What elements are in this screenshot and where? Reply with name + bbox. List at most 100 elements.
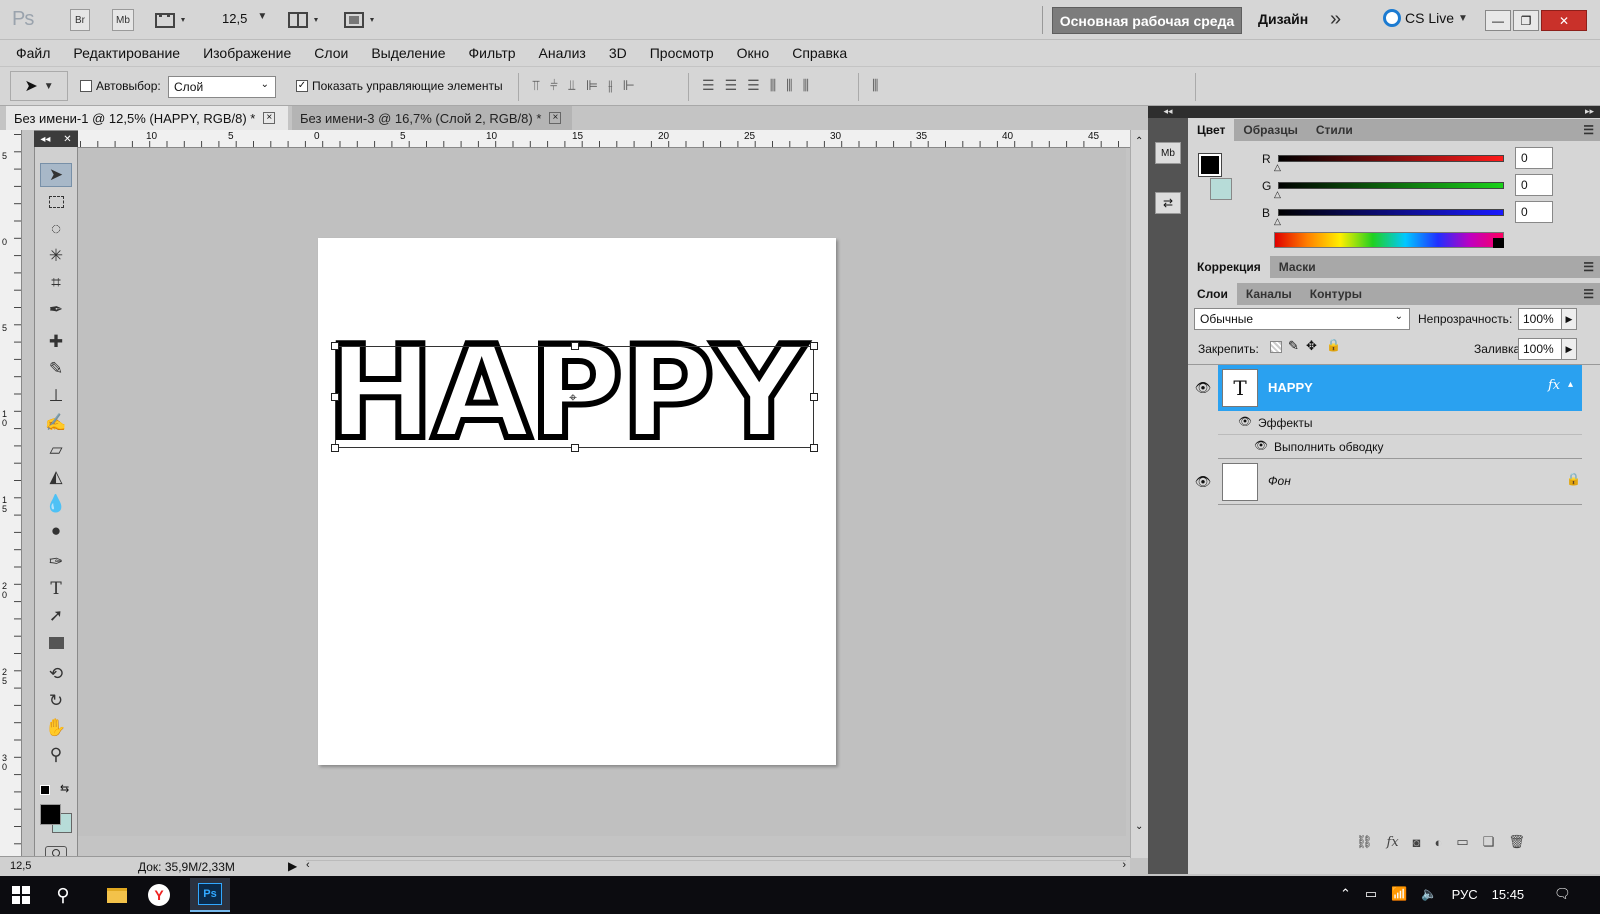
vertical-scrollbar[interactable]: ⌃ ⌄ <box>1130 130 1148 858</box>
slider-thumb-icon[interactable]: △ <box>1274 216 1281 227</box>
tab-channels[interactable]: Каналы <box>1237 283 1301 305</box>
menu-layers[interactable]: Слои <box>314 45 348 61</box>
auto-align-layers-icon[interactable]: ⫼ <box>872 77 878 94</box>
photoshop-taskbar-button[interactable]: Ps <box>190 878 230 912</box>
transform-handle[interactable] <box>331 342 339 350</box>
color-panel-fg-swatch[interactable] <box>1198 153 1222 177</box>
layer-row-background[interactable]: Фон 🔒 <box>1218 459 1582 505</box>
expand-panels-icon[interactable]: ▸▸ <box>1188 106 1600 118</box>
link-layers-icon[interactable]: ⛓ <box>1356 834 1373 850</box>
add-mask-icon[interactable]: ◙ <box>1413 835 1421 850</box>
tab-styles[interactable]: Стили <box>1307 119 1362 141</box>
transform-handle[interactable] <box>810 444 818 452</box>
tab-adjustments[interactable]: Коррекция <box>1188 256 1270 278</box>
notifications-icon[interactable]: 🗨 <box>1554 886 1571 902</box>
autoselect-option[interactable]: Автовыбор: <box>80 79 161 93</box>
align-right-edges-icon[interactable]: ⊩ <box>623 77 635 94</box>
tab-document-1[interactable]: Без имени-1 @ 12,5% (HAPPY, RGB/8) * × <box>6 106 288 130</box>
opacity-input[interactable]: 100% <box>1518 308 1562 330</box>
tab-layers[interactable]: Слои <box>1188 283 1237 305</box>
tab-paths[interactable]: Контуры <box>1301 283 1371 305</box>
lock-pixels-icon[interactable]: ✎ <box>1288 338 1299 354</box>
slider-thumb-icon[interactable]: △ <box>1274 189 1281 200</box>
start-button[interactable] <box>8 882 34 908</box>
opacity-slider-toggle[interactable]: ▶ <box>1561 308 1577 330</box>
tab-color[interactable]: Цвет <box>1188 119 1235 141</box>
search-icon[interactable]: ⚲ <box>50 882 76 908</box>
bridge-button[interactable]: Br <box>70 9 90 31</box>
volume-icon[interactable]: 🔈 <box>1421 886 1437 902</box>
green-value-input[interactable]: 0 <box>1515 174 1553 196</box>
3d-rotate-tool[interactable]: ⟲ <box>40 662 72 686</box>
more-workspaces-button[interactable]: » <box>1330 8 1341 31</box>
menu-view[interactable]: Просмотр <box>650 45 714 61</box>
horizontal-scrollbar[interactable]: ‹ › <box>306 859 1126 873</box>
distribute-left-icon[interactable]: ⫼ <box>770 77 776 94</box>
arrange-documents-button[interactable] <box>288 10 324 30</box>
menu-window[interactable]: Окно <box>737 45 770 61</box>
reference-point-icon[interactable]: ⌖ <box>569 389 577 406</box>
align-bottom-edges-icon[interactable]: ⫫ <box>568 77 576 94</box>
delete-layer-icon[interactable]: 🗑 <box>1508 834 1525 850</box>
close-button[interactable]: ✕ <box>1541 10 1587 31</box>
eye-icon[interactable]: 👁 <box>1254 439 1268 452</box>
align-left-edges-icon[interactable]: ⊫ <box>586 77 598 94</box>
blend-mode-select[interactable]: Обычные ⌄ <box>1194 308 1410 330</box>
transform-handle[interactable] <box>810 342 818 350</box>
lasso-tool[interactable]: ◌ <box>40 217 72 241</box>
pen-tool[interactable]: ✑ <box>40 550 72 574</box>
zoom-level-dropdown[interactable]: 12,5 ▼ <box>222 11 267 26</box>
distribute-hcenter-icon[interactable]: ⫼ <box>786 77 792 94</box>
new-layer-icon[interactable]: ❏ <box>1483 834 1495 850</box>
menu-analysis[interactable]: Анализ <box>539 45 586 61</box>
distribute-right-icon[interactable]: ⫼ <box>803 77 809 94</box>
scroll-down-icon[interactable]: ⌄ <box>1135 821 1143 832</box>
show-transform-controls-option[interactable]: ✓ Показать управляющие элементы <box>296 79 503 93</box>
panel-menu-icon[interactable]: ☰ <box>1583 123 1594 137</box>
color-panel-bg-swatch[interactable] <box>1210 178 1232 200</box>
minimize-button[interactable]: — <box>1485 10 1511 31</box>
red-slider[interactable] <box>1278 155 1504 162</box>
minibridge-button[interactable]: Mb <box>112 9 134 31</box>
tab-masks[interactable]: Маски <box>1270 256 1325 278</box>
fill-slider-toggle[interactable]: ▶ <box>1561 338 1577 360</box>
eyedropper-tool[interactable]: ✒ <box>40 298 72 322</box>
marquee-tool[interactable] <box>40 190 72 214</box>
tool-preset-picker[interactable]: ➤ ▼ <box>10 71 68 101</box>
layer-visibility-toggle[interactable]: 👁 <box>1188 365 1218 411</box>
distribute-bottom-icon[interactable]: ☰ <box>747 77 760 94</box>
zoom-tool[interactable]: ⚲ <box>40 743 72 767</box>
network-icon[interactable]: 📶 <box>1391 886 1407 902</box>
view-extras-button[interactable] <box>155 10 189 30</box>
tab-swatches[interactable]: Образцы <box>1234 119 1307 141</box>
healing-brush-tool[interactable]: ✚ <box>40 330 72 354</box>
lock-all-icon[interactable]: 🔒 <box>1326 338 1341 352</box>
blue-slider[interactable] <box>1278 209 1504 216</box>
transform-handle[interactable] <box>331 393 339 401</box>
panel-menu-icon[interactable]: ☰ <box>1583 287 1594 301</box>
scroll-right-icon[interactable]: › <box>1122 859 1126 871</box>
cs-live-button[interactable]: CS Live ▼ <box>1383 9 1468 27</box>
spectrum-black-swatch[interactable] <box>1493 238 1504 248</box>
3d-orbit-tool[interactable]: ↻ <box>40 689 72 713</box>
stroke-effect-row[interactable]: 👁 Выполнить обводку <box>1218 435 1582 459</box>
swap-colors-icon[interactable]: ⇆ <box>60 782 69 795</box>
collapse-dock-icon[interactable]: ◂◂ <box>1148 106 1188 118</box>
path-selection-tool[interactable]: ➚ <box>40 604 72 628</box>
scroll-left-icon[interactable]: ‹ <box>306 859 310 871</box>
tools-panel-header[interactable]: ◂◂ ✕ <box>34 131 78 147</box>
screen-mode-button[interactable] <box>344 10 380 30</box>
transform-handle[interactable] <box>810 393 818 401</box>
panel-menu-icon[interactable]: ☰ <box>1583 260 1594 274</box>
eye-icon[interactable]: 👁 <box>1238 415 1252 428</box>
gradient-tool[interactable]: ◭ <box>40 465 72 489</box>
mini-bridge-icon[interactable]: Mb <box>1155 142 1181 164</box>
autoselect-checkbox[interactable] <box>80 80 92 92</box>
align-vertical-centers-icon[interactable]: ⫩ <box>550 77 558 94</box>
align-horizontal-centers-icon[interactable]: ⫲ <box>608 77 613 94</box>
fill-input[interactable]: 100% <box>1518 338 1562 360</box>
color-spectrum-bar[interactable] <box>1274 232 1504 248</box>
brush-tool[interactable]: ✎ <box>40 357 72 381</box>
align-top-edges-icon[interactable]: ⫪ <box>532 77 540 94</box>
menu-file[interactable]: Файл <box>16 45 50 61</box>
